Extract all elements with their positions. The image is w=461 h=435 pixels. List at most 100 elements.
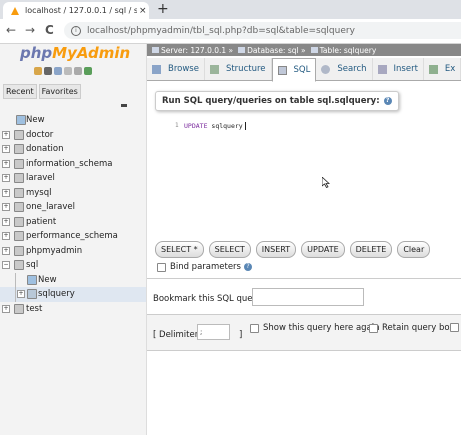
close-tab-icon[interactable]: × [139, 6, 147, 16]
tree-item-new-table[interactable]: New [0, 272, 146, 287]
delimiter-label: [ Delimiter [153, 330, 199, 340]
new-tab-icon[interactable]: + [157, 1, 169, 17]
query-buttons: SELECT * SELECT INSERT UPDATE DELETE Cle… [155, 241, 431, 258]
logo-myadmin-text: MyAdmin [52, 44, 131, 62]
database-icon [14, 173, 24, 184]
collapse-icon[interactable]: − [2, 261, 10, 270]
tab-sql[interactable]: SQL [271, 58, 317, 82]
breadcrumb-database[interactable]: Database: sql » [238, 46, 306, 55]
back-arrow-icon[interactable]: ← [6, 23, 16, 37]
database-icon [14, 245, 24, 256]
help-icon[interactable]: ? [383, 97, 392, 105]
browser-tab[interactable]: localhost / 127.0.0.1 / sql / sqlqu × [3, 2, 149, 19]
database-icon [14, 231, 24, 242]
tab-browse[interactable]: Browse [147, 58, 205, 80]
reload-nav-icon[interactable] [84, 67, 92, 75]
phpmyadmin-logo[interactable]: phpMyAdmin [20, 44, 130, 62]
tab-recent[interactable]: Recent [3, 84, 37, 99]
tab-favorites[interactable]: Favorites [38, 84, 81, 99]
expand-icon[interactable]: + [2, 217, 10, 226]
select-button[interactable]: SELECT [208, 241, 251, 258]
bind-parameters-checkbox[interactable] [157, 262, 166, 272]
select-all-button[interactable]: SELECT * [155, 241, 204, 258]
collapse-all-icon[interactable] [121, 104, 127, 107]
docs-icon[interactable] [54, 67, 62, 75]
divider [147, 278, 461, 279]
tab-insert[interactable]: Insert [373, 58, 424, 80]
database-icon [14, 260, 24, 271]
server-icon [152, 47, 159, 53]
tree-item-patient[interactable]: + patient [0, 215, 146, 230]
logo-php-text: php [20, 44, 53, 62]
tree-connector [15, 287, 16, 302]
expand-icon[interactable]: + [2, 159, 10, 168]
tree-item-phpmyadmin[interactable]: + phpmyadmin [0, 244, 146, 259]
database-icon [14, 187, 24, 198]
forward-arrow-icon[interactable]: → [25, 23, 35, 37]
breadcrumb-table[interactable]: Table: sqlquery [310, 46, 376, 55]
delimiter-close: ] [239, 330, 243, 340]
main-panel: Server: 127.0.0.1 » Database: sql » Tabl… [147, 44, 461, 435]
expand-icon[interactable]: + [2, 203, 10, 212]
tree-item-donation[interactable]: + donation [0, 142, 146, 157]
tab-search[interactable]: Search [316, 58, 373, 80]
phpmyadmin-favicon-icon [11, 6, 19, 15]
mouse-pointer-icon [322, 177, 330, 188]
home-icon[interactable] [34, 67, 42, 75]
tree-item-one-laravel[interactable]: + one_laravel [0, 200, 146, 215]
expand-icon[interactable]: + [17, 290, 25, 299]
expand-icon[interactable]: + [2, 232, 10, 241]
expand-icon[interactable]: + [2, 145, 10, 154]
sql-keyword: UPDATE [184, 122, 208, 130]
tree-item-performance-schema[interactable]: + performance_schema [0, 229, 146, 244]
line-number: 1 [175, 122, 179, 129]
tree-item-doctor[interactable]: + doctor [0, 128, 146, 143]
navigation-panel: phpMyAdmin Recent Favorites New + doctor… [0, 44, 147, 435]
table-icon [27, 289, 37, 300]
retain-query-checkbox[interactable] [369, 323, 378, 333]
expand-icon[interactable]: + [2, 246, 10, 255]
breadcrumb-server[interactable]: Server: 127.0.0.1 » [152, 46, 233, 55]
tab-structure[interactable]: Structure [205, 58, 272, 80]
clear-button[interactable]: Clear [397, 241, 431, 258]
expand-icon[interactable]: + [2, 304, 10, 313]
show-query-label: Show this query here again [263, 323, 380, 333]
tree-item-laravel[interactable]: + laravel [0, 171, 146, 186]
structure-icon [209, 64, 219, 74]
delete-button[interactable]: DELETE [349, 241, 393, 258]
insert-icon [377, 64, 387, 74]
sql-query-text: UPDATE sqlquery [184, 122, 246, 130]
logout-icon[interactable] [44, 67, 52, 75]
help-icon[interactable] [64, 67, 72, 75]
help-icon[interactable]: ? [243, 263, 252, 271]
show-query-checkbox[interactable] [250, 323, 259, 333]
browser-tab-title: localhost / 127.0.0.1 / sql / sqlqu [25, 6, 137, 15]
tree-item-information-schema[interactable]: + information_schema [0, 157, 146, 172]
tree-connector [15, 272, 16, 287]
browse-icon [152, 64, 161, 74]
update-button[interactable]: UPDATE [301, 241, 345, 258]
delimiter-input[interactable]: ; [197, 324, 230, 340]
expand-icon[interactable]: + [2, 188, 10, 197]
url-input[interactable]: i localhost/phpmyadmin/tbl_sql.php?db=sq… [64, 22, 461, 39]
new-database-icon [16, 115, 26, 126]
expand-icon[interactable]: + [2, 174, 10, 183]
tree-item-new[interactable]: New [0, 113, 146, 128]
tree-item-test[interactable]: + test [0, 302, 146, 317]
tab-export[interactable]: Ex [424, 58, 461, 80]
insert-button[interactable]: INSERT [255, 241, 297, 258]
database-icon [14, 129, 24, 140]
reload-icon[interactable]: C [45, 23, 54, 37]
rollback-option [450, 323, 461, 332]
expand-icon[interactable]: + [2, 130, 10, 139]
bookmark-input[interactable] [252, 288, 364, 306]
sql-query-editor[interactable]: 1 UPDATE sqlquery [157, 118, 447, 238]
tree-item-mysql[interactable]: + mysql [0, 186, 146, 201]
tree-item-sqlquery[interactable]: + sqlquery [0, 287, 146, 302]
settings-gear-icon[interactable] [74, 67, 82, 75]
bind-parameters-label: Bind parameters [170, 262, 241, 272]
rollback-checkbox[interactable] [450, 323, 459, 332]
tree-item-sql[interactable]: − sql [0, 258, 146, 273]
sql-icon [277, 65, 287, 75]
site-info-icon[interactable]: i [71, 25, 81, 36]
